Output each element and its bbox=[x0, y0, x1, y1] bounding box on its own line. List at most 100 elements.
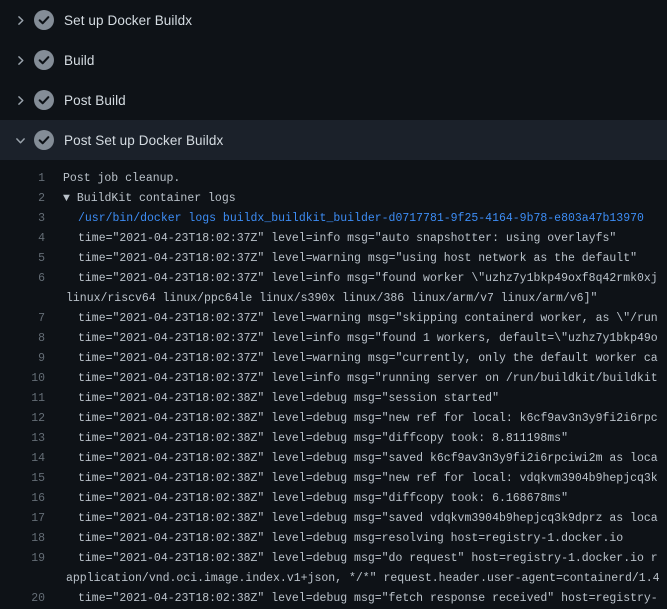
log-line-text: time="2021-04-23T18:02:37Z" level=warnin… bbox=[45, 249, 637, 269]
step-log-output: 1 Post job cleanup. 2 ▼ BuildKit containe… bbox=[0, 160, 667, 609]
log-line-text: time="2021-04-23T18:02:37Z" level=info m… bbox=[45, 229, 616, 249]
chevron-right-icon bbox=[14, 14, 27, 27]
log-line-number-empty bbox=[0, 569, 45, 589]
log-line-text: time="2021-04-23T18:02:38Z" level=debug … bbox=[45, 529, 623, 549]
log-line-number[interactable]: 6 bbox=[0, 269, 45, 289]
log-line: 18 time="2021-04-23T18:02:38Z" level=deb… bbox=[0, 529, 667, 549]
log-line-text: time="2021-04-23T18:02:37Z" level=info m… bbox=[45, 369, 658, 389]
log-line-text: time="2021-04-23T18:02:38Z" level=debug … bbox=[45, 429, 568, 449]
log-line-number[interactable]: 15 bbox=[0, 469, 45, 489]
log-line-number-empty bbox=[0, 289, 45, 309]
log-line: 15 time="2021-04-23T18:02:38Z" level=deb… bbox=[0, 469, 667, 489]
log-line-number[interactable]: 16 bbox=[0, 489, 45, 509]
log-text: linux/riscv64 linux/ppc64le linux/s390x … bbox=[66, 292, 597, 305]
log-line-text: time="2021-04-23T18:02:37Z" level=info m… bbox=[45, 269, 658, 289]
log-line-number[interactable]: 10 bbox=[0, 369, 45, 389]
log-line-text: time="2021-04-23T18:02:38Z" level=debug … bbox=[45, 509, 658, 529]
log-command-text: /usr/bin/docker logs buildx_buildkit_bui… bbox=[45, 209, 644, 229]
log-line: 16 time="2021-04-23T18:02:38Z" level=deb… bbox=[0, 489, 667, 509]
chevron-down-icon bbox=[14, 134, 27, 147]
log-line-text: application/vnd.oci.image.index.v1+json,… bbox=[45, 569, 660, 589]
step-header-post-set-up-docker-buildx[interactable]: Post Set up Docker Buildx bbox=[0, 120, 667, 160]
chevron-right-icon bbox=[14, 94, 27, 107]
log-text: time="2021-04-23T18:02:38Z" level=debug … bbox=[78, 432, 568, 445]
log-text: time="2021-04-23T18:02:37Z" level=info m… bbox=[78, 272, 658, 285]
step-label: Set up Docker Buildx bbox=[64, 13, 192, 28]
log-line: 7 time="2021-04-23T18:02:37Z" level=warn… bbox=[0, 309, 667, 329]
log-text: time="2021-04-23T18:02:38Z" level=debug … bbox=[78, 512, 658, 525]
log-text: time="2021-04-23T18:02:38Z" level=debug … bbox=[78, 472, 658, 485]
log-line-number[interactable]: 9 bbox=[0, 349, 45, 369]
log-text: BuildKit container logs bbox=[77, 192, 236, 205]
log-line: 1 Post job cleanup. bbox=[0, 169, 667, 189]
log-text: time="2021-04-23T18:02:38Z" level=debug … bbox=[78, 592, 658, 605]
log-line-text: time="2021-04-23T18:02:38Z" level=debug … bbox=[45, 589, 658, 609]
log-line-number[interactable]: 14 bbox=[0, 449, 45, 469]
step-header-set-up-docker-buildx[interactable]: Set up Docker Buildx bbox=[0, 0, 667, 40]
log-line-text: linux/riscv64 linux/ppc64le linux/s390x … bbox=[45, 289, 597, 309]
log-line-number[interactable]: 4 bbox=[0, 229, 45, 249]
log-line-number[interactable]: 3 bbox=[0, 209, 45, 229]
chevron-right-icon bbox=[14, 54, 27, 67]
log-group-collapse-icon[interactable]: ▼ bbox=[63, 192, 70, 205]
log-line-number[interactable]: 18 bbox=[0, 529, 45, 549]
log-line-text: time="2021-04-23T18:02:38Z" level=debug … bbox=[45, 389, 499, 409]
log-line-number[interactable]: 2 bbox=[0, 189, 45, 209]
log-line-text: time="2021-04-23T18:02:37Z" level=info m… bbox=[45, 329, 658, 349]
log-line-text: time="2021-04-23T18:02:38Z" level=debug … bbox=[45, 489, 568, 509]
log-text: time="2021-04-23T18:02:37Z" level=warnin… bbox=[78, 352, 658, 365]
log-line-text: time="2021-04-23T18:02:38Z" level=debug … bbox=[45, 549, 658, 569]
log-text: time="2021-04-23T18:02:38Z" level=debug … bbox=[78, 392, 499, 405]
step-header-post-build[interactable]: Post Build bbox=[0, 80, 667, 120]
log-text: time="2021-04-23T18:02:37Z" level=info m… bbox=[78, 372, 658, 385]
log-line: 9 time="2021-04-23T18:02:37Z" level=warn… bbox=[0, 349, 667, 369]
log-line-text: time="2021-04-23T18:02:37Z" level=warnin… bbox=[45, 349, 658, 369]
step-header-build[interactable]: Build bbox=[0, 40, 667, 80]
log-text: time="2021-04-23T18:02:38Z" level=debug … bbox=[78, 552, 658, 565]
step-label: Build bbox=[64, 53, 95, 68]
log-line: 12 time="2021-04-23T18:02:38Z" level=deb… bbox=[0, 409, 667, 429]
check-circle-icon bbox=[34, 10, 54, 30]
log-text: time="2021-04-23T18:02:38Z" level=debug … bbox=[78, 452, 658, 465]
log-line: 6 time="2021-04-23T18:02:37Z" level=info… bbox=[0, 269, 667, 289]
log-text: time="2021-04-23T18:02:37Z" level=warnin… bbox=[78, 312, 658, 325]
log-line-text: time="2021-04-23T18:02:38Z" level=debug … bbox=[45, 469, 658, 489]
log-line-number[interactable]: 5 bbox=[0, 249, 45, 269]
log-text: time="2021-04-23T18:02:38Z" level=debug … bbox=[78, 532, 623, 545]
log-line: 11 time="2021-04-23T18:02:38Z" level=deb… bbox=[0, 389, 667, 409]
log-line-text: time="2021-04-23T18:02:37Z" level=warnin… bbox=[45, 309, 658, 329]
check-circle-icon bbox=[34, 130, 54, 150]
log-line: linux/riscv64 linux/ppc64le linux/s390x … bbox=[0, 289, 667, 309]
log-group-header[interactable]: 2 ▼ BuildKit container logs bbox=[0, 189, 667, 209]
log-line: 10 time="2021-04-23T18:02:37Z" level=inf… bbox=[0, 369, 667, 389]
step-label: Post Set up Docker Buildx bbox=[64, 133, 223, 148]
log-text: time="2021-04-23T18:02:37Z" level=warnin… bbox=[78, 252, 637, 265]
log-text: /usr/bin/docker logs buildx_buildkit_bui… bbox=[78, 212, 644, 225]
log-line-text: ▼ BuildKit container logs bbox=[45, 189, 236, 209]
step-label: Post Build bbox=[64, 93, 126, 108]
log-line: 4 time="2021-04-23T18:02:37Z" level=info… bbox=[0, 229, 667, 249]
log-line: application/vnd.oci.image.index.v1+json,… bbox=[0, 569, 667, 589]
log-line: 8 time="2021-04-23T18:02:37Z" level=info… bbox=[0, 329, 667, 349]
log-text: time="2021-04-23T18:02:37Z" level=info m… bbox=[78, 232, 616, 245]
log-line: 3 /usr/bin/docker logs buildx_buildkit_b… bbox=[0, 209, 667, 229]
log-line: 14 time="2021-04-23T18:02:38Z" level=deb… bbox=[0, 449, 667, 469]
workflow-steps-list: Set up Docker Buildx Build Post Build bbox=[0, 0, 667, 160]
log-text: time="2021-04-23T18:02:37Z" level=info m… bbox=[78, 332, 658, 345]
log-line-number[interactable]: 11 bbox=[0, 389, 45, 409]
log-text: Post job cleanup. bbox=[63, 172, 180, 185]
log-line-number[interactable]: 19 bbox=[0, 549, 45, 569]
log-line-text: time="2021-04-23T18:02:38Z" level=debug … bbox=[45, 449, 658, 469]
log-line-number[interactable]: 13 bbox=[0, 429, 45, 449]
check-circle-icon bbox=[34, 90, 54, 110]
log-line-number[interactable]: 8 bbox=[0, 329, 45, 349]
log-line-number[interactable]: 12 bbox=[0, 409, 45, 429]
log-text: time="2021-04-23T18:02:38Z" level=debug … bbox=[78, 412, 658, 425]
log-line-number[interactable]: 1 bbox=[0, 169, 45, 189]
log-line: 17 time="2021-04-23T18:02:38Z" level=deb… bbox=[0, 509, 667, 529]
log-line-number[interactable]: 7 bbox=[0, 309, 45, 329]
log-line: 5 time="2021-04-23T18:02:37Z" level=warn… bbox=[0, 249, 667, 269]
log-text: application/vnd.oci.image.index.v1+json,… bbox=[66, 572, 660, 585]
log-line-number[interactable]: 17 bbox=[0, 509, 45, 529]
log-line-number[interactable]: 20 bbox=[0, 589, 45, 609]
